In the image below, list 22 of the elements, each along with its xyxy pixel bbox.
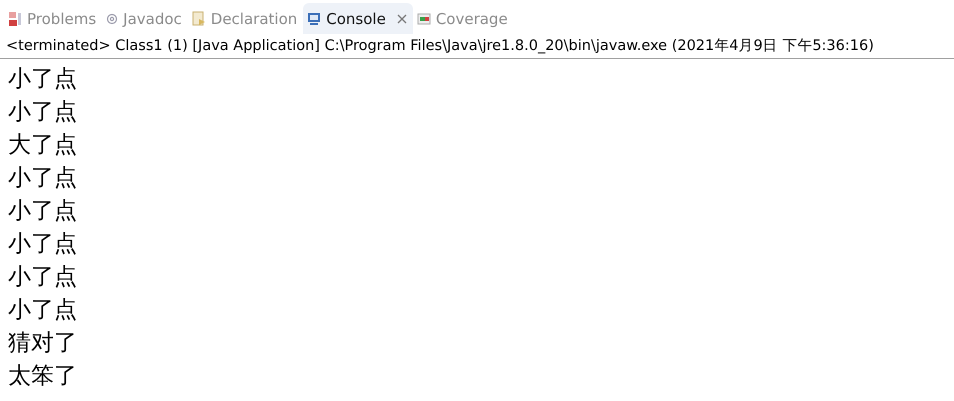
console-output-line: 小了点 <box>8 65 78 94</box>
error-list-icon <box>8 10 22 26</box>
document-icon <box>192 10 206 26</box>
console-header: <terminated> Class1 (1) [Java Application] C:\Program Files\Java\jre1.8.0_20\bin\javaw.exe (2021年4月9日 下午5:36:16) <box>0 34 954 59</box>
close-icon[interactable] <box>396 14 407 24</box>
view-tab[interactable]: Declaration <box>188 3 304 34</box>
at-sign-icon <box>106 12 118 24</box>
view-tab[interactable]: Coverage <box>412 3 514 34</box>
console-output-line: 猜对了 <box>8 329 78 358</box>
console-output-line: 太笨了 <box>8 362 78 391</box>
console-output-line: 小了点 <box>8 230 78 259</box>
console-output-line: 小了点 <box>8 296 78 325</box>
console-output-line: 小了点 <box>8 263 78 292</box>
monitor-icon <box>307 12 322 26</box>
coverage-bar-icon <box>416 12 431 26</box>
console-output-line: 小了点 <box>8 98 78 127</box>
view-tab[interactable]: Problems <box>4 3 102 34</box>
view-tab[interactable]: Console <box>303 3 413 34</box>
view-tab[interactable]: Javadoc <box>102 3 188 34</box>
console-output-line: 大了点 <box>8 131 78 160</box>
console-output-line: 小了点 <box>8 164 78 193</box>
console-output-line: 小了点 <box>8 197 78 226</box>
